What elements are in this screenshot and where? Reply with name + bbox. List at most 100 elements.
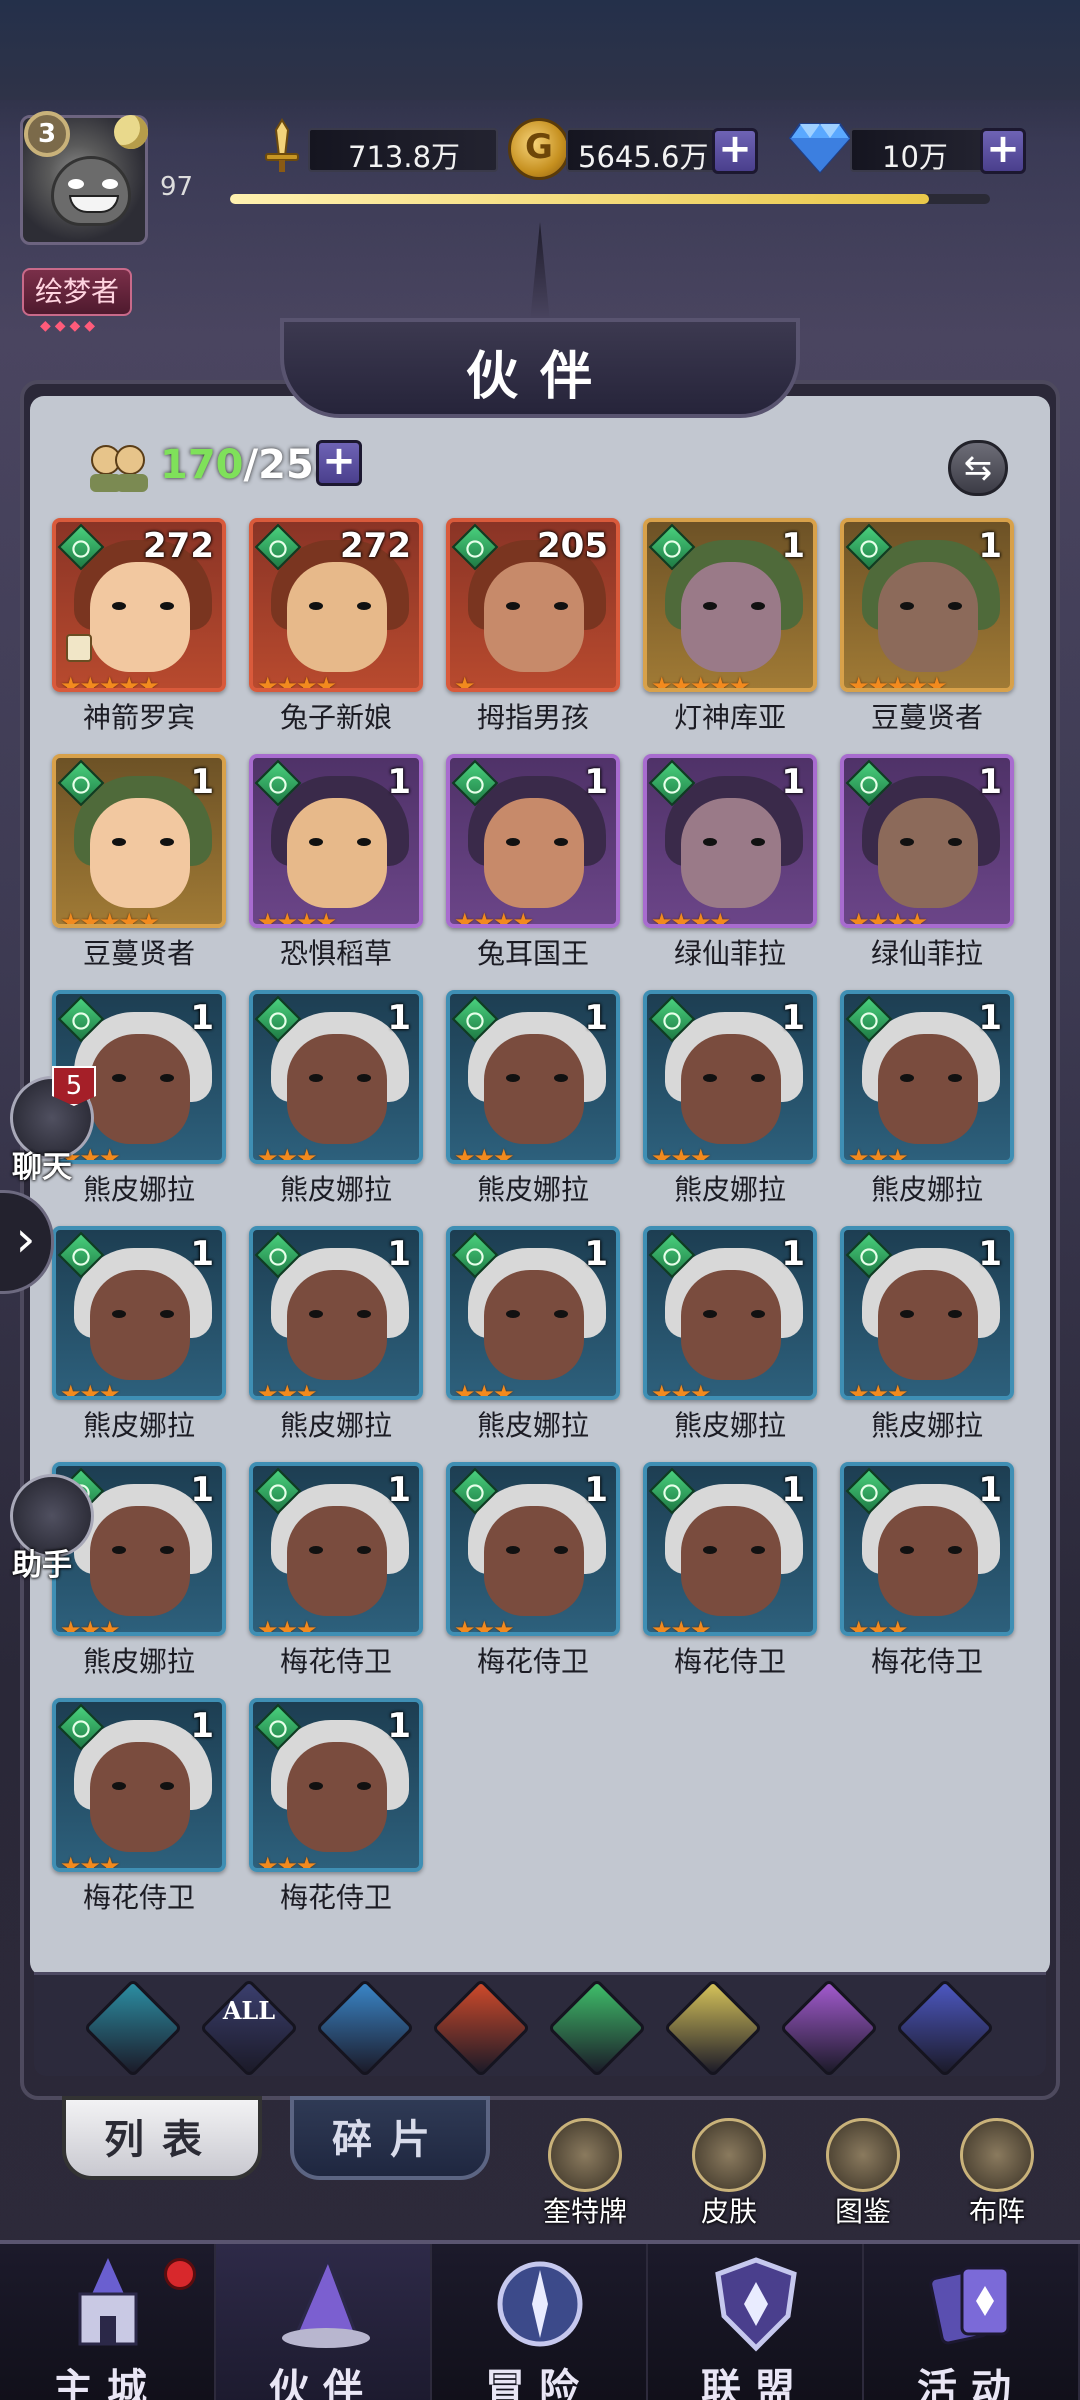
add-gold-button[interactable]: +: [712, 128, 758, 174]
partner-face: [681, 1034, 781, 1144]
costume-icon: [692, 2118, 766, 2192]
partner-card[interactable]: 1 ★★★ 熊皮娜拉: [643, 990, 817, 1206]
avatar-mouth: [69, 195, 119, 213]
partner-card[interactable]: 1 ★★★ 梅花侍卫: [52, 1698, 226, 1914]
partner-card[interactable]: 1 ★★★ 熊皮娜拉: [840, 1226, 1014, 1442]
partner-card[interactable]: 1 ★★★★ 兔耳国王: [446, 754, 620, 970]
partner-eye: [506, 1546, 520, 1554]
partner-card[interactable]: 1 ★★★ 熊皮娜拉: [840, 990, 1014, 1206]
page-title: 伙伴: [465, 346, 614, 407]
partner-name: 梅花侍卫: [673, 1645, 786, 1678]
partner-card[interactable]: 1 ★★★★ 绿仙菲拉: [643, 754, 817, 970]
partner-card[interactable]: 1 ★★★ 熊皮娜拉: [446, 990, 620, 1206]
partner-card[interactable]: 272 ★★★★★ 神箭罗宾: [52, 518, 226, 734]
partner-card[interactable]: 1 ★★★★★ 灯神库亚: [643, 518, 817, 734]
moon-icon[interactable]: [779, 1978, 879, 2078]
partner-eye: [357, 838, 371, 846]
nav-label: 活动: [917, 2365, 1025, 2400]
partner-face: [90, 1742, 190, 1852]
chat-button[interactable]: 5 聊天: [4, 1066, 96, 1186]
partner-portrait: 1 ★★★★: [643, 754, 817, 928]
water-icon[interactable]: [315, 1978, 415, 2078]
tool-codex[interactable]: 图鉴: [808, 2118, 918, 2228]
partner-face: [681, 562, 781, 672]
tab-fragments[interactable]: 碎片: [290, 2096, 490, 2180]
partner-card[interactable]: 1 ★★★ 梅花侍卫: [446, 1462, 620, 1678]
partner-card[interactable]: 1 ★★★ 熊皮娜拉: [249, 1226, 423, 1442]
partner-eye: [160, 1546, 174, 1554]
partner-card[interactable]: 1 ★★★ 梅花侍卫: [249, 1698, 423, 1914]
partner-name: 绿仙菲拉: [673, 937, 786, 970]
partner-eye: [703, 602, 717, 610]
tool-label: 布阵: [968, 2195, 1025, 2228]
partner-eye: [309, 1074, 323, 1082]
star-rating: ★★★: [60, 1852, 121, 1872]
partner-eye: [751, 1310, 765, 1318]
expand-capacity-button[interactable]: +: [316, 440, 362, 486]
nav-adventure[interactable]: 冒险: [432, 2244, 648, 2400]
partner-face: [90, 1270, 190, 1380]
nav-main-city[interactable]: 主城: [0, 2244, 216, 2400]
partner-eye: [309, 1546, 323, 1554]
tool-formation[interactable]: 布阵: [942, 2118, 1052, 2228]
partner-eye: [112, 602, 126, 610]
tool-tarot-cards[interactable]: 奎特牌: [530, 2118, 640, 2228]
moon-icon: [114, 115, 148, 149]
helper-label: 助手: [12, 1548, 72, 1583]
partner-card[interactable]: 272 ★★★★ 兔子新娘: [249, 518, 423, 734]
star-rating: ★★★★: [257, 908, 337, 928]
partner-card[interactable]: 1 ★★★ 梅花侍卫: [249, 1462, 423, 1678]
partner-level: 272: [340, 526, 411, 566]
partner-face: [681, 1506, 781, 1616]
nav-alliance[interactable]: 联盟: [648, 2244, 864, 2400]
partner-face: [878, 1270, 978, 1380]
chess-formation-icon: [960, 2118, 1034, 2192]
partner-face: [287, 1270, 387, 1380]
castle-icon: [78, 2258, 138, 2346]
partner-card[interactable]: 1 ★★★ 熊皮娜拉: [643, 1226, 817, 1442]
partner-eye: [948, 1546, 962, 1554]
partner-card[interactable]: 1 ★★★ 熊皮娜拉: [446, 1226, 620, 1442]
partner-eye: [357, 1782, 371, 1790]
wind-icon[interactable]: [547, 1978, 647, 2078]
partner-name: 熊皮娜拉: [82, 1645, 195, 1678]
star-rating: ★★★★★: [60, 908, 160, 928]
partner-level: 1: [387, 1234, 411, 1274]
light-icon[interactable]: [663, 1978, 763, 2078]
planet-icon[interactable]: [895, 1978, 995, 2078]
partner-eye: [751, 602, 765, 610]
helper-button[interactable]: 助手: [4, 1474, 94, 1584]
player-avatar[interactable]: 3: [10, 105, 160, 265]
partner-level: 1: [978, 526, 1002, 566]
nav-label: 冒险: [485, 2365, 593, 2400]
top-scenery: [0, 0, 1080, 100]
partner-portrait: 205 ★: [446, 518, 620, 692]
all-elements-icon[interactable]: [83, 1978, 183, 2078]
fire-icon[interactable]: [431, 1978, 531, 2078]
partner-card[interactable]: 1 ★★★★ 恐惧稻草: [249, 754, 423, 970]
add-gems-button[interactable]: +: [980, 128, 1026, 174]
partner-card[interactable]: 1 ★★★★★ 豆蔓贤者: [840, 518, 1014, 734]
cards-icon: [929, 2266, 1010, 2345]
all-text-icon[interactable]: ALL: [199, 1978, 299, 2078]
player-title-badge[interactable]: 绘梦者: [22, 268, 132, 316]
notification-dot: [164, 2258, 196, 2290]
sort-swap-button[interactable]: ⇆: [948, 440, 1008, 496]
nav-events[interactable]: 活动: [864, 2244, 1080, 2400]
partner-card[interactable]: 1 ★★★★ 绿仙菲拉: [840, 754, 1014, 970]
partner-card[interactable]: 1 ★★★ 熊皮娜拉: [52, 1226, 226, 1442]
compass-icon: [497, 2261, 583, 2347]
tool-skins[interactable]: 皮肤: [674, 2118, 784, 2228]
partner-card[interactable]: 1 ★★★ 熊皮娜拉: [249, 990, 423, 1206]
partner-card[interactable]: 1 ★★★★★ 豆蔓贤者: [52, 754, 226, 970]
tab-list[interactable]: 列表: [62, 2096, 262, 2180]
nav-partners[interactable]: 伙伴: [216, 2244, 432, 2400]
star-rating: ★: [454, 672, 475, 692]
gold-value: 5645.6万: [578, 140, 709, 174]
partner-face: [484, 1270, 584, 1380]
partner-portrait: 1 ★★★: [840, 990, 1014, 1164]
partner-card[interactable]: 1 ★★★ 梅花侍卫: [643, 1462, 817, 1678]
partner-card[interactable]: 205 ★ 拇指男孩: [446, 518, 620, 734]
partner-portrait: 1 ★★★: [446, 1226, 620, 1400]
partner-card[interactable]: 1 ★★★ 梅花侍卫: [840, 1462, 1014, 1678]
